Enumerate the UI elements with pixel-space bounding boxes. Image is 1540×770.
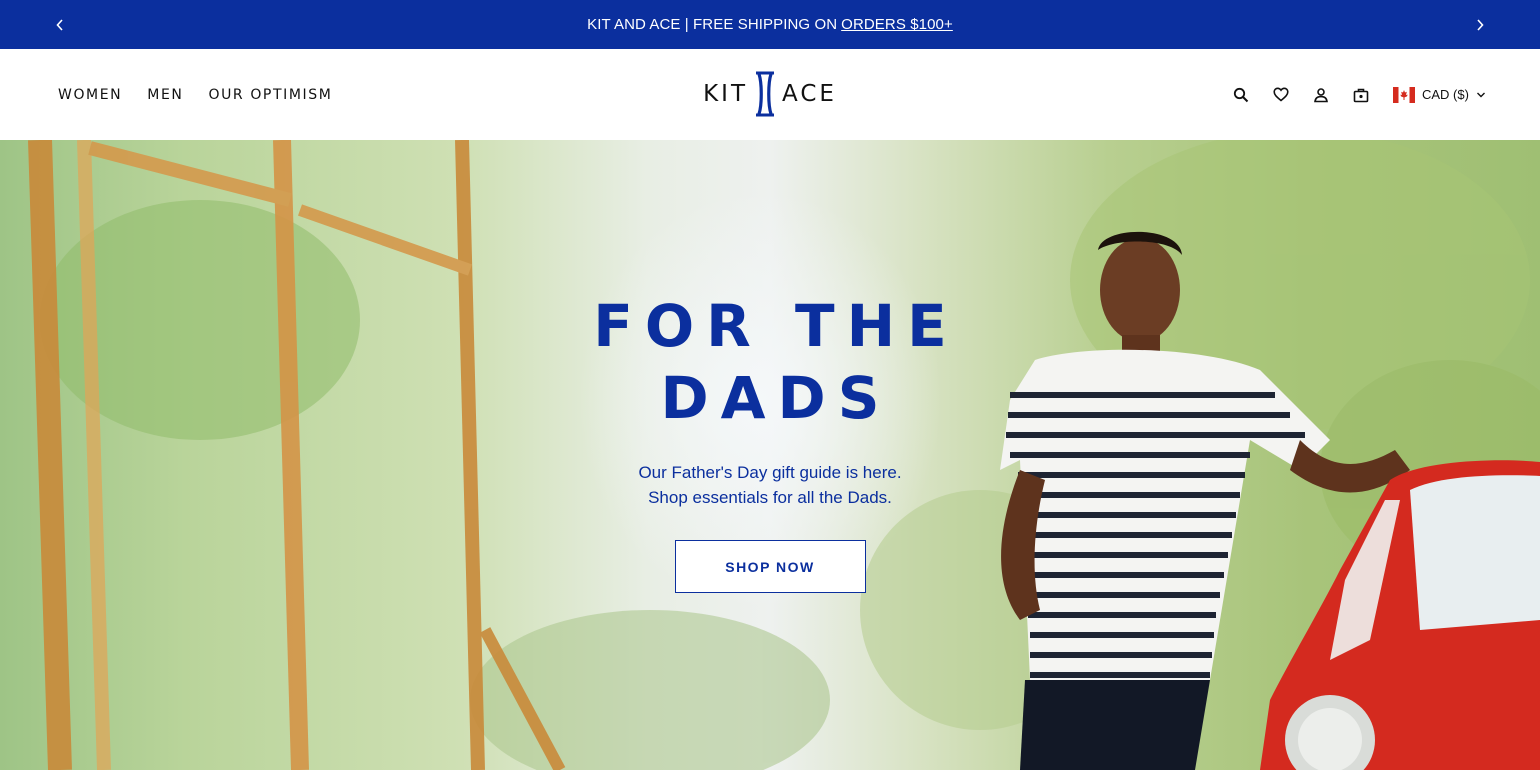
header-utilities: CAD ($) <box>1228 49 1486 140</box>
announcement-next-button[interactable] <box>1460 0 1500 49</box>
red-car <box>1260 460 1540 770</box>
announcement-link[interactable]: ORDERS $100+ <box>841 16 953 33</box>
logo-word-right: ACE <box>782 81 837 107</box>
announcement-bar: KIT AND ACE | FREE SHIPPING ON ORDERS $1… <box>0 0 1540 49</box>
announcement-prev-button[interactable] <box>40 0 80 49</box>
account-button[interactable] <box>1308 82 1334 108</box>
shop-now-button[interactable]: SHOP NOW <box>674 540 866 593</box>
hero-title: FOR THE DADS <box>593 292 959 432</box>
nav-women[interactable]: WOMEN <box>58 87 122 103</box>
search-button[interactable] <box>1228 82 1254 108</box>
hero-subtitle: Our Father's Day gift guide is here. Sho… <box>520 460 1020 510</box>
site-header: WOMEN MEN OUR OPTIMISM KIT ACE CAD ($) <box>0 49 1540 140</box>
canada-flag-icon <box>1393 86 1415 103</box>
logo-mark-icon <box>756 71 774 117</box>
logo-word-left: KIT <box>703 81 748 107</box>
hero-subtitle-line1: Our Father's Day gift guide is here. <box>638 463 902 482</box>
currency-label: CAD ($) <box>1422 87 1469 102</box>
nav-our-optimism[interactable]: OUR OPTIMISM <box>208 87 332 103</box>
hero-content: FOR THE DADS Our Father's Day gift guide… <box>520 290 1020 593</box>
account-icon <box>1314 87 1328 102</box>
search-icon <box>1233 87 1249 102</box>
cart-button[interactable] <box>1348 82 1374 108</box>
wishlist-button[interactable] <box>1268 82 1294 108</box>
bag-icon <box>1353 88 1369 102</box>
heart-icon <box>1273 87 1289 102</box>
main-nav: WOMEN MEN OUR OPTIMISM <box>58 49 332 140</box>
chevron-down-icon <box>1476 92 1485 97</box>
brand-logo[interactable]: KIT ACE <box>697 71 843 117</box>
chevron-left-icon <box>56 18 63 31</box>
nav-men[interactable]: MEN <box>147 87 183 103</box>
hero-subtitle-line2: Shop essentials for all the Dads. <box>648 488 892 507</box>
hero-banner: FOR THE DADS Our Father's Day gift guide… <box>0 140 1540 770</box>
announcement-text: KIT AND ACE | FREE SHIPPING ON <box>587 16 838 33</box>
chevron-right-icon <box>1477 18 1484 31</box>
currency-selector[interactable]: CAD ($) <box>1393 86 1486 103</box>
